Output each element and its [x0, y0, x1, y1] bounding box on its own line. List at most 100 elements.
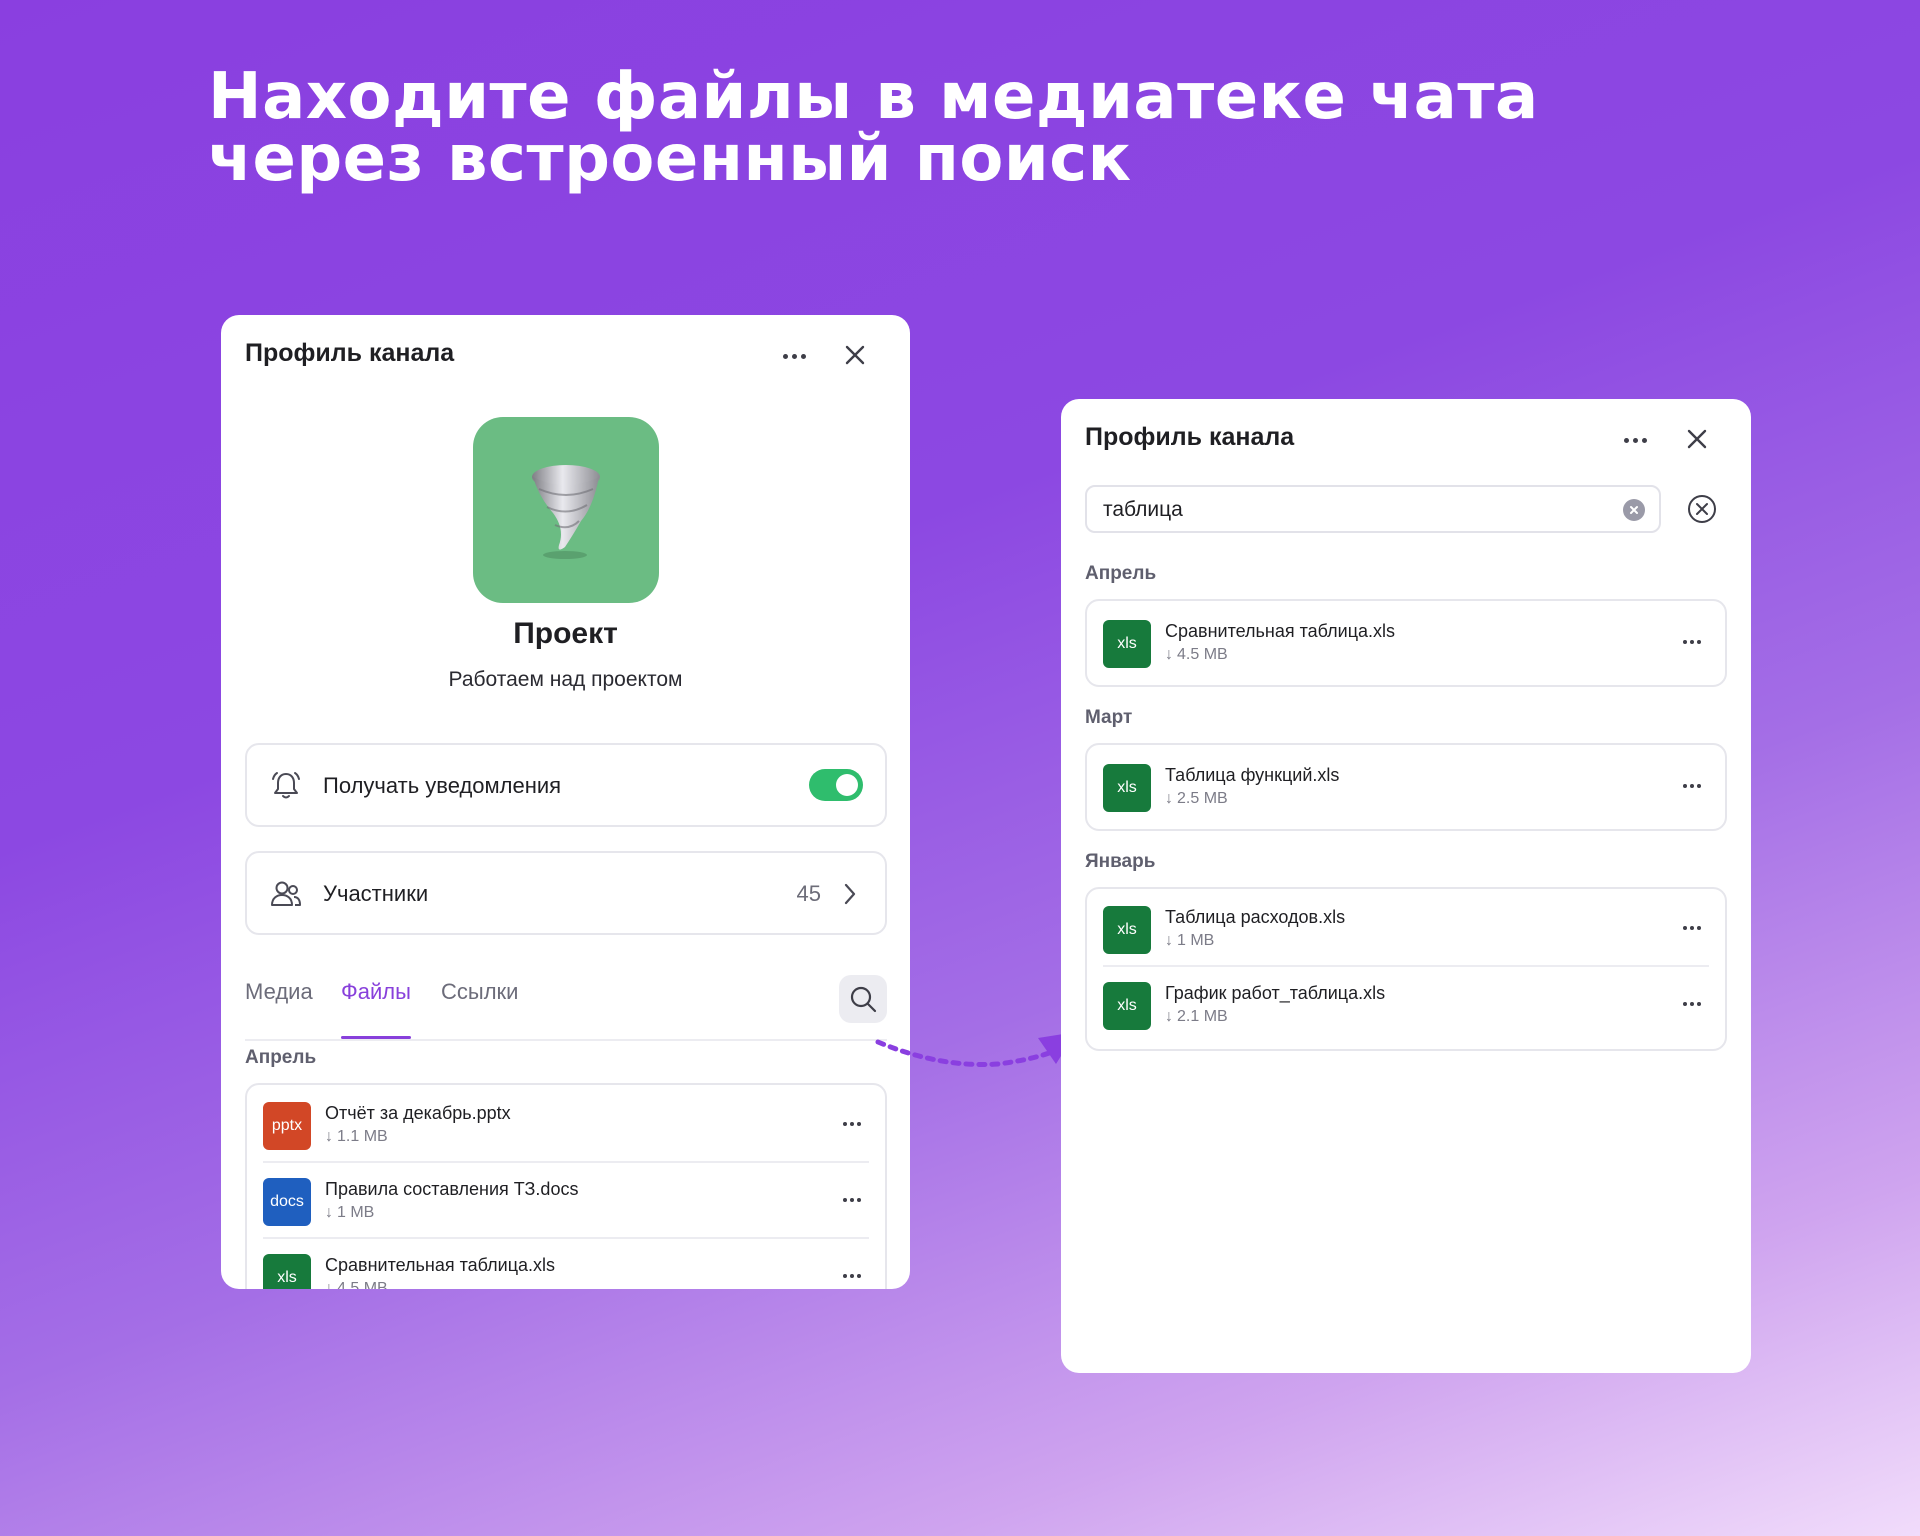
- panel-header: Профиль канала: [221, 315, 910, 395]
- channel-name: Проект: [513, 617, 618, 650]
- more-options-button[interactable]: [1615, 427, 1655, 453]
- media-tabs: Медиа Файлы Ссылки: [245, 975, 887, 1041]
- members-label: Участники: [323, 881, 429, 906]
- file-more-button[interactable]: [835, 1190, 869, 1210]
- file-row[interactable]: pptx Отчёт за декабрь.pptx ↓ 1.1 MB: [247, 1085, 885, 1161]
- file-list: pptx Отчёт за декабрь.pptx ↓ 1.1 MB docs …: [245, 1083, 887, 1289]
- members-count: 45: [796, 881, 821, 906]
- more-dots-icon: [1683, 1002, 1701, 1006]
- file-name: Отчёт за декабрь.pptx: [325, 1103, 511, 1123]
- xls-file-icon: xls: [263, 1254, 311, 1289]
- tab-media[interactable]: Медиа: [245, 975, 313, 1039]
- headline: Находите файлы в медиатеке чата через вс…: [208, 60, 1539, 196]
- channel-description: Работаем над проектом: [448, 668, 683, 691]
- clear-search-button[interactable]: [1623, 499, 1645, 521]
- more-dots-icon: [1683, 640, 1701, 644]
- notifications-label: Получать уведомления: [323, 773, 562, 798]
- channel-avatar: [473, 417, 659, 603]
- file-more-button[interactable]: [1675, 632, 1709, 652]
- xls-file-icon: xls: [1103, 620, 1151, 668]
- notifications-toggle[interactable]: [809, 769, 863, 801]
- file-name: Таблица функций.xls: [1165, 765, 1340, 785]
- panel-title: Профиль канала: [245, 339, 455, 367]
- headline-line-1: Находите файлы в медиатеке чата: [208, 60, 1539, 134]
- more-dots-icon: [843, 1122, 861, 1126]
- section-label-january: Январь: [1085, 851, 1156, 872]
- section-label-april: Апрель: [1085, 563, 1157, 584]
- tab-links[interactable]: Ссылки: [441, 975, 518, 1039]
- file-size: ↓ 2.1 MB: [1165, 1008, 1228, 1025]
- more-dots-icon: [1683, 784, 1701, 788]
- download-icon: ↓: [1165, 646, 1173, 663]
- file-more-button[interactable]: [1675, 776, 1709, 796]
- file-list: xls Таблица расходов.xls ↓ 1 MB xls Графи…: [1085, 887, 1727, 1051]
- file-size: ↓ 2.5 MB: [1165, 790, 1228, 807]
- members-row[interactable]: Участники 45: [245, 851, 887, 935]
- bell-icon: [272, 772, 300, 799]
- search-value: таблица: [1103, 498, 1183, 521]
- more-dots-icon: [843, 1198, 861, 1202]
- download-icon: ↓: [1165, 790, 1173, 807]
- users-icon: [271, 881, 301, 906]
- cancel-search-button[interactable]: [1686, 493, 1718, 525]
- docs-file-icon: docs: [263, 1178, 311, 1226]
- file-size: ↓ 1 MB: [325, 1204, 375, 1221]
- file-row[interactable]: xls Таблица функций.xls ↓ 2.5 MB: [1087, 745, 1725, 829]
- file-size: ↓ 1.1 MB: [325, 1128, 388, 1145]
- close-button[interactable]: [1679, 421, 1715, 457]
- file-row[interactable]: xls Сравнительная таблица.xls ↓ 4.5 MB: [1087, 601, 1725, 685]
- more-dots-icon: [1623, 437, 1647, 443]
- file-row[interactable]: xls График работ_таблица.xls ↓ 2.1 MB: [1087, 965, 1725, 1041]
- download-icon: ↓: [1165, 932, 1173, 949]
- notifications-row[interactable]: Получать уведомления: [245, 743, 887, 827]
- section-label-april: Апрель: [245, 1047, 317, 1068]
- file-more-button[interactable]: [835, 1114, 869, 1134]
- more-dots-icon: [1683, 926, 1701, 930]
- more-options-button[interactable]: [774, 343, 814, 369]
- tornado-icon: [532, 465, 600, 559]
- file-row[interactable]: docs Правила составления ТЗ.docs ↓ 1 MB: [247, 1161, 885, 1237]
- file-row[interactable]: xls Таблица расходов.xls ↓ 1 MB: [1087, 889, 1725, 965]
- download-icon: ↓: [1165, 1008, 1173, 1025]
- close-icon: [845, 345, 865, 365]
- file-name: Таблица расходов.xls: [1165, 907, 1346, 927]
- more-dots-icon: [843, 1274, 861, 1278]
- xls-file-icon: xls: [1103, 906, 1151, 954]
- file-more-button[interactable]: [1675, 994, 1709, 1014]
- pptx-file-icon: pptx: [263, 1102, 311, 1150]
- panel-header: Профиль канала: [1061, 399, 1751, 479]
- file-size: ↓ 4.5 MB: [325, 1280, 388, 1289]
- xls-file-icon: xls: [1103, 764, 1151, 812]
- file-list: xls Таблица функций.xls ↓ 2.5 MB: [1085, 743, 1727, 831]
- channel-profile-panel: Профиль канала Проект Работаем над проек…: [221, 315, 910, 1289]
- file-more-button[interactable]: [1675, 918, 1709, 938]
- download-icon: ↓: [325, 1204, 333, 1221]
- search-icon: [850, 986, 877, 1013]
- file-name: Сравнительная таблица.xls: [325, 1255, 556, 1275]
- headline-line-2: через встроенный поиск: [208, 122, 1132, 196]
- xls-file-icon: xls: [1103, 982, 1151, 1030]
- download-icon: ↓: [325, 1280, 333, 1289]
- file-size: ↓ 4.5 MB: [1165, 646, 1228, 663]
- close-icon: [1687, 429, 1707, 449]
- close-button[interactable]: [837, 337, 873, 373]
- chevron-right-icon: [844, 883, 856, 905]
- more-dots-icon: [782, 353, 806, 359]
- toggle-knob: [836, 774, 858, 796]
- clear-icon: [1630, 506, 1638, 514]
- panel-title: Профиль канала: [1085, 423, 1295, 451]
- search-button[interactable]: [839, 975, 887, 1023]
- close-circle-icon: [1688, 495, 1716, 523]
- file-more-button[interactable]: [835, 1266, 869, 1286]
- channel-profile-search-panel: Профиль канала таблица Апрель xls Сравни…: [1061, 399, 1751, 1373]
- download-icon: ↓: [325, 1128, 333, 1145]
- file-name: Правила составления ТЗ.docs: [325, 1179, 579, 1199]
- file-list: xls Сравнительная таблица.xls ↓ 4.5 MB: [1085, 599, 1727, 687]
- section-label-march: Март: [1085, 707, 1133, 728]
- file-row[interactable]: xls Сравнительная таблица.xls ↓ 4.5 MB: [247, 1237, 885, 1289]
- file-name: График работ_таблица.xls: [1165, 983, 1386, 1003]
- transition-arrow-icon: [875, 1032, 1076, 1067]
- search-input[interactable]: таблица: [1085, 485, 1661, 533]
- tab-files[interactable]: Файлы: [341, 975, 411, 1039]
- file-size: ↓ 1 MB: [1165, 932, 1215, 949]
